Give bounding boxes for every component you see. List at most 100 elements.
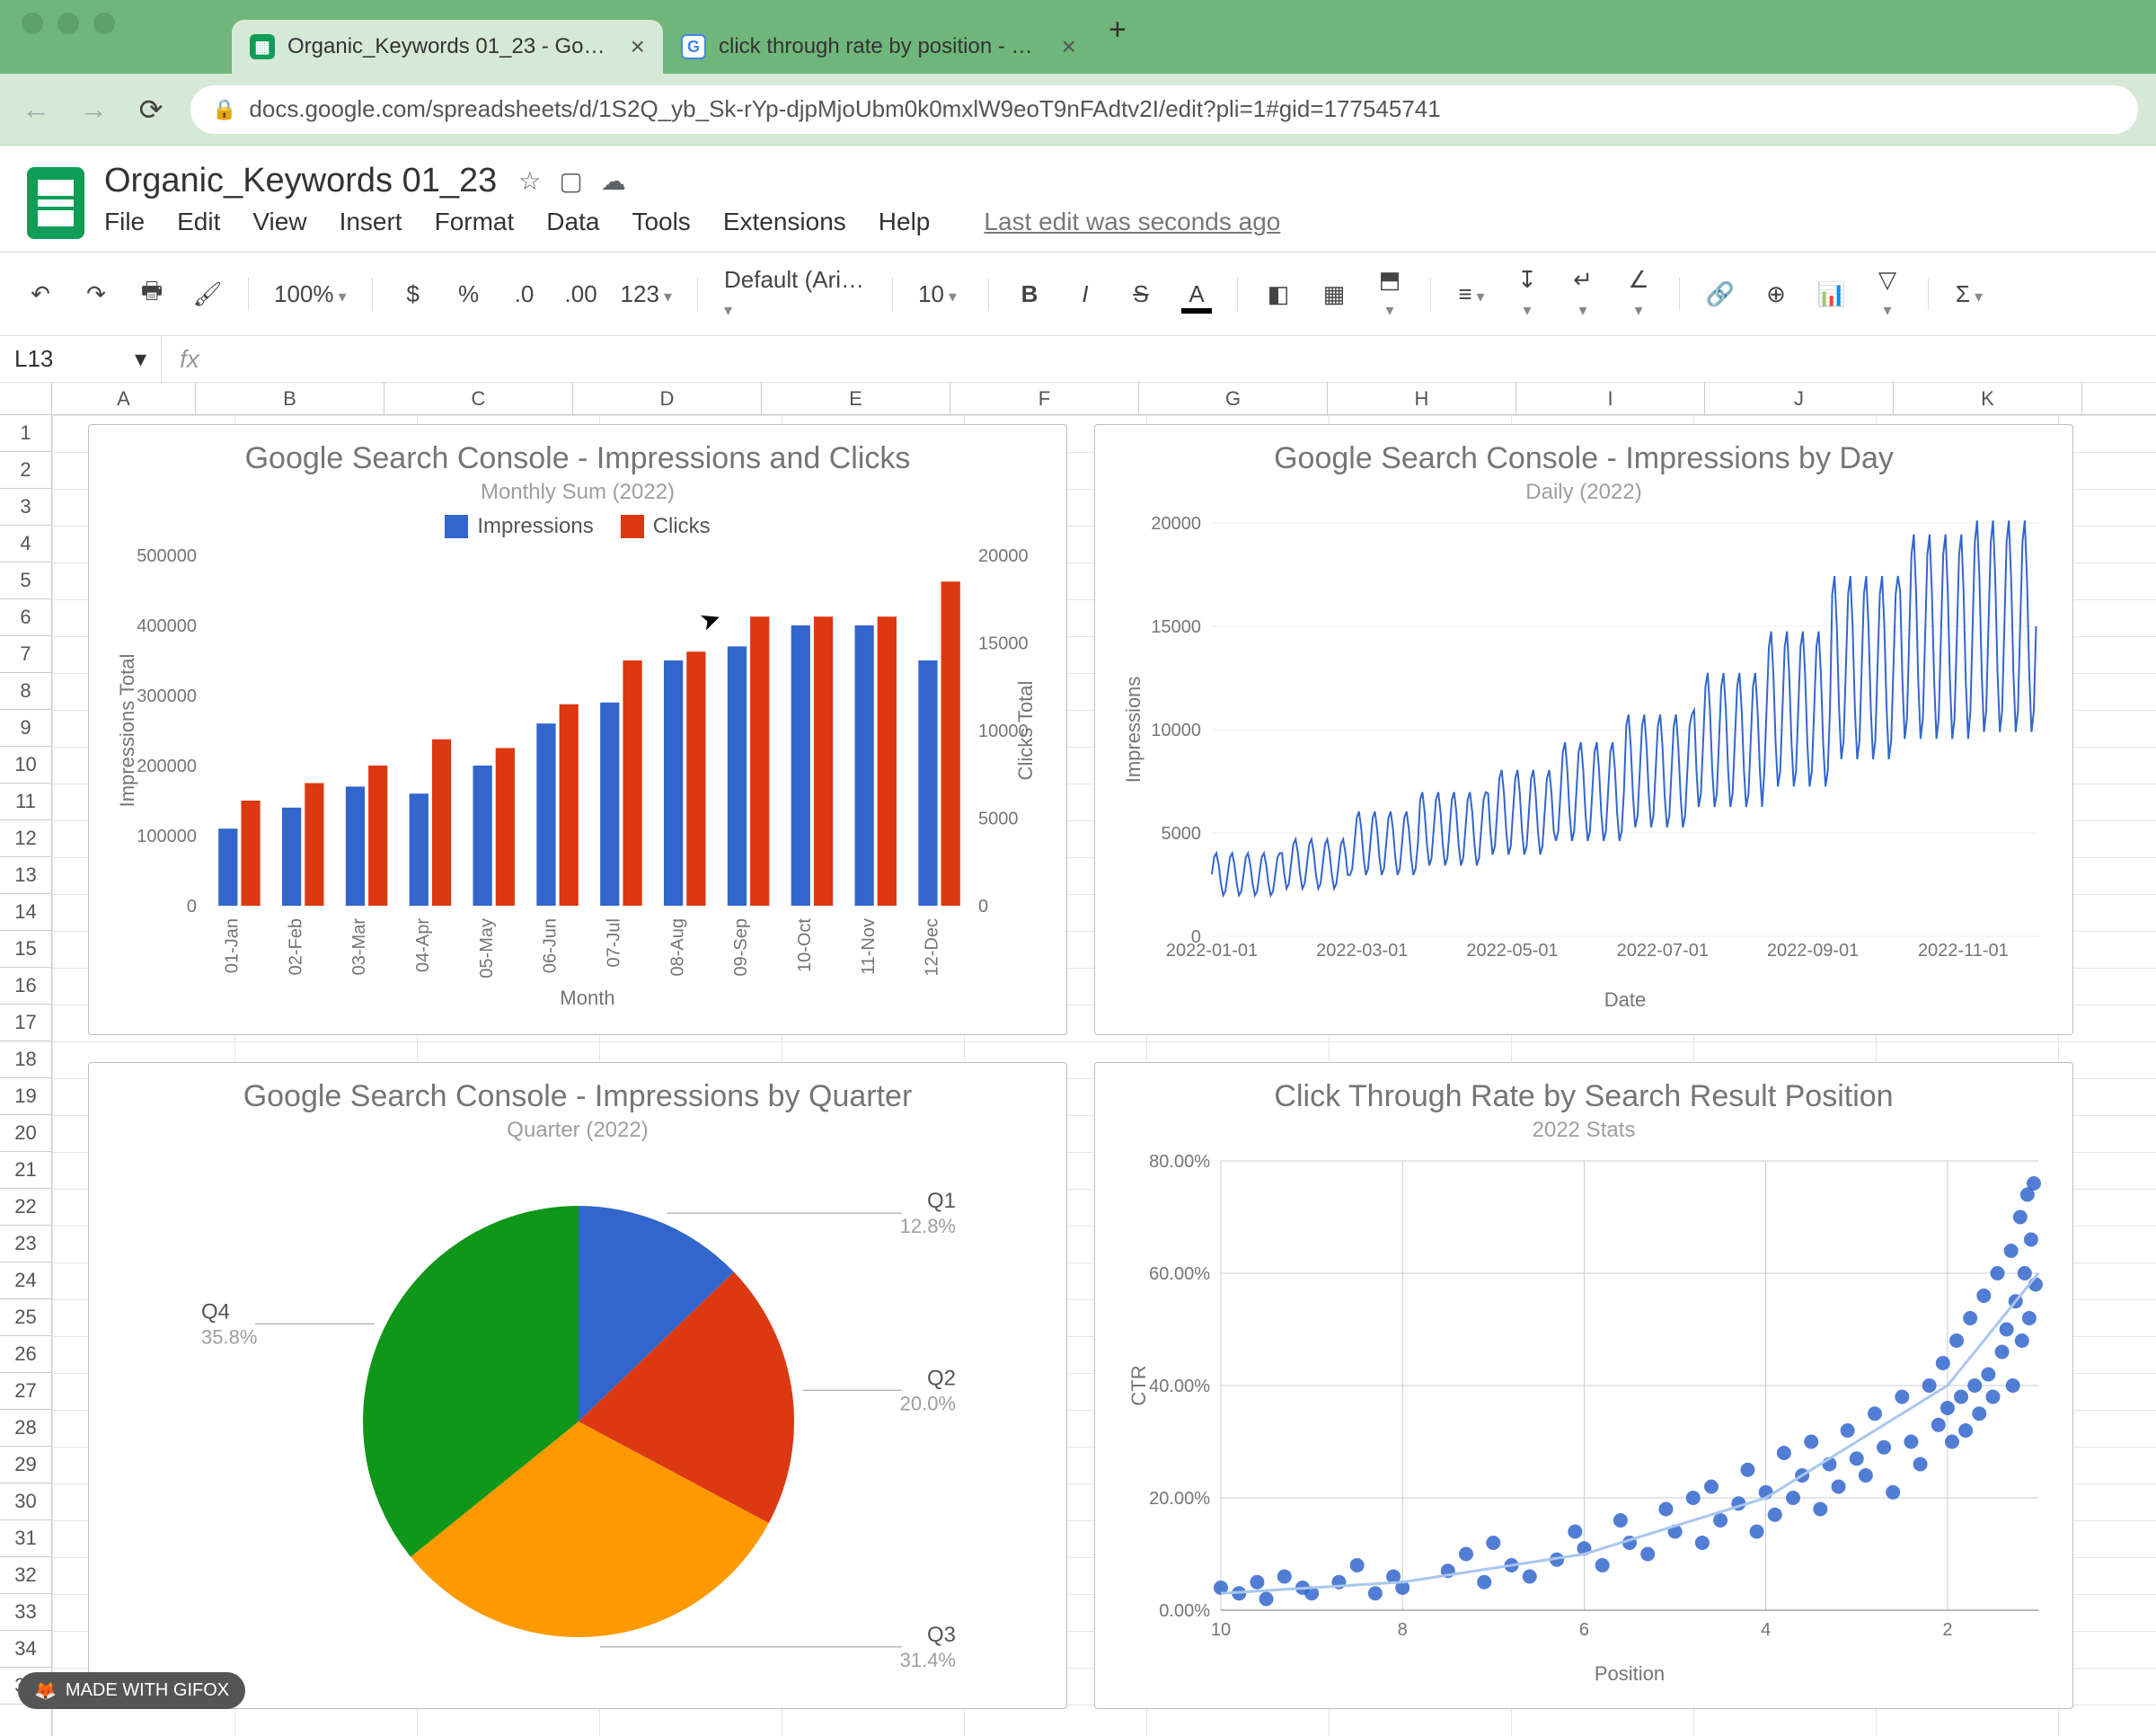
comment-icon[interactable]: ⊕ bbox=[1761, 280, 1791, 308]
row-header[interactable]: 11 bbox=[0, 784, 51, 820]
redo-icon[interactable]: ↷ bbox=[81, 280, 111, 308]
row-header[interactable]: 8 bbox=[0, 673, 51, 710]
doc-title[interactable]: Organic_Keywords 01_23 bbox=[104, 162, 497, 200]
col-header[interactable]: B bbox=[196, 383, 384, 414]
row-header[interactable]: 3 bbox=[0, 489, 51, 526]
increase-decimal-icon[interactable]: .00 bbox=[565, 280, 596, 308]
v-align-icon[interactable]: ↧ bbox=[1512, 266, 1542, 322]
sheets-logo-icon[interactable] bbox=[27, 167, 84, 239]
font-select[interactable]: Default (Ari… bbox=[723, 265, 867, 323]
close-icon[interactable]: × bbox=[1062, 32, 1076, 61]
row-header[interactable]: 1 bbox=[0, 415, 51, 452]
row-header[interactable]: 30 bbox=[0, 1484, 51, 1520]
rotate-icon[interactable]: ∠ bbox=[1623, 266, 1654, 322]
row-header[interactable]: 19 bbox=[0, 1078, 51, 1115]
menu-view[interactable]: View bbox=[252, 208, 306, 236]
col-header[interactable]: J bbox=[1705, 383, 1894, 414]
row-header[interactable]: 29 bbox=[0, 1447, 51, 1484]
star-icon[interactable]: ☆ bbox=[518, 166, 541, 196]
row-header[interactable]: 12 bbox=[0, 820, 51, 857]
row-header[interactable]: 17 bbox=[0, 1005, 51, 1041]
menu-file[interactable]: File bbox=[104, 208, 145, 236]
row-header[interactable]: 21 bbox=[0, 1152, 51, 1189]
fill-color-icon[interactable]: ◧ bbox=[1263, 280, 1294, 308]
col-header[interactable]: E bbox=[762, 383, 950, 414]
row-header[interactable]: 27 bbox=[0, 1373, 51, 1410]
print-icon[interactable]: 🖶 bbox=[137, 274, 167, 314]
row-header[interactable]: 34 bbox=[0, 1631, 51, 1668]
menu-format[interactable]: Format bbox=[435, 208, 515, 236]
back-button[interactable]: ← bbox=[18, 93, 54, 126]
text-color-icon[interactable]: A bbox=[1181, 280, 1212, 308]
col-header[interactable]: G bbox=[1139, 383, 1328, 414]
col-header[interactable]: I bbox=[1516, 383, 1705, 414]
row-header[interactable]: 4 bbox=[0, 526, 51, 562]
browser-tab-2[interactable]: G click through rate by position - … × bbox=[663, 20, 1094, 74]
filter-icon[interactable]: ▽ bbox=[1872, 266, 1903, 322]
forward-button[interactable]: → bbox=[75, 93, 111, 126]
borders-icon[interactable]: ▦ bbox=[1319, 280, 1349, 308]
menu-edit[interactable]: Edit bbox=[177, 208, 220, 236]
menu-help[interactable]: Help bbox=[879, 208, 931, 236]
zoom-select[interactable]: 100% bbox=[274, 280, 347, 308]
row-header[interactable]: 23 bbox=[0, 1226, 51, 1262]
browser-tab-1[interactable]: ▦ Organic_Keywords 01_23 - Go… × bbox=[232, 20, 663, 74]
row-header[interactable]: 20 bbox=[0, 1115, 51, 1152]
decrease-decimal-icon[interactable]: .0 bbox=[509, 280, 540, 308]
number-format-select[interactable]: 123 bbox=[621, 280, 672, 308]
percent-icon[interactable]: % bbox=[454, 280, 484, 308]
close-icon[interactable]: × bbox=[631, 32, 645, 61]
menu-extensions[interactable]: Extensions bbox=[723, 208, 846, 236]
menu-data[interactable]: Data bbox=[546, 208, 599, 236]
sheet-canvas[interactable]: Google Search Console - Impressions and … bbox=[52, 415, 2156, 1736]
name-box[interactable]: L13▾ bbox=[0, 336, 162, 382]
functions-icon[interactable]: Σ bbox=[1954, 280, 1984, 308]
chart-impressions-clicks[interactable]: Google Search Console - Impressions and … bbox=[88, 424, 1067, 1035]
italic-icon[interactable]: I bbox=[1070, 280, 1100, 308]
col-header[interactable]: D bbox=[573, 383, 762, 414]
h-align-icon[interactable]: ≡ bbox=[1456, 280, 1487, 308]
row-header[interactable]: 33 bbox=[0, 1594, 51, 1631]
menu-insert[interactable]: Insert bbox=[340, 208, 402, 236]
row-header[interactable]: 24 bbox=[0, 1262, 51, 1299]
last-edit-link[interactable]: Last edit was seconds ago bbox=[984, 208, 1280, 236]
row-header[interactable]: 32 bbox=[0, 1557, 51, 1594]
row-header[interactable]: 13 bbox=[0, 857, 51, 894]
col-header[interactable]: K bbox=[1894, 383, 2082, 414]
wrap-icon[interactable]: ↵ bbox=[1568, 266, 1598, 322]
paint-format-icon[interactable]: 🖌 bbox=[192, 280, 223, 308]
link-icon[interactable]: 🔗 bbox=[1705, 280, 1736, 308]
undo-icon[interactable]: ↶ bbox=[25, 280, 56, 308]
spreadsheet-grid[interactable]: ABCDEFGHIJK 1234567891011121314151617181… bbox=[0, 383, 2156, 1736]
row-header[interactable]: 28 bbox=[0, 1410, 51, 1447]
col-header[interactable]: F bbox=[950, 383, 1139, 414]
font-size-select[interactable]: 10 bbox=[918, 280, 963, 308]
row-header[interactable]: 18 bbox=[0, 1041, 51, 1078]
row-header[interactable]: 10 bbox=[0, 747, 51, 784]
row-header[interactable]: 6 bbox=[0, 599, 51, 636]
chart-ctr-by-position[interactable]: Click Through Rate by Search Result Posi… bbox=[1094, 1062, 2073, 1709]
currency-icon[interactable]: $ bbox=[398, 280, 429, 308]
cloud-icon[interactable]: ☁ bbox=[601, 166, 626, 196]
new-tab-button[interactable]: + bbox=[1109, 13, 1127, 48]
chart-impressions-by-quarter[interactable]: Google Search Console - Impressions by Q… bbox=[88, 1062, 1067, 1709]
row-header[interactable]: 16 bbox=[0, 968, 51, 1005]
traffic-close[interactable] bbox=[22, 13, 43, 34]
col-header[interactable]: C bbox=[384, 383, 573, 414]
address-bar[interactable]: 🔒 docs.google.com/spreadsheets/d/1S2Q_yb… bbox=[190, 85, 2138, 134]
bold-icon[interactable]: B bbox=[1014, 280, 1045, 308]
traffic-min[interactable] bbox=[57, 13, 79, 34]
row-header[interactable]: 7 bbox=[0, 636, 51, 673]
row-header[interactable]: 5 bbox=[0, 562, 51, 599]
merge-icon[interactable]: ⬒ bbox=[1374, 266, 1405, 322]
row-header[interactable]: 9 bbox=[0, 710, 51, 747]
menu-tools[interactable]: Tools bbox=[632, 208, 690, 236]
chart-icon[interactable]: 📊 bbox=[1816, 280, 1847, 308]
row-header[interactable]: 2 bbox=[0, 452, 51, 489]
row-header[interactable]: 15 bbox=[0, 931, 51, 968]
row-header[interactable]: 31 bbox=[0, 1520, 51, 1557]
move-icon[interactable]: ▢ bbox=[559, 166, 582, 196]
col-header[interactable]: H bbox=[1328, 383, 1516, 414]
row-header[interactable]: 22 bbox=[0, 1189, 51, 1226]
row-header[interactable]: 25 bbox=[0, 1299, 51, 1336]
